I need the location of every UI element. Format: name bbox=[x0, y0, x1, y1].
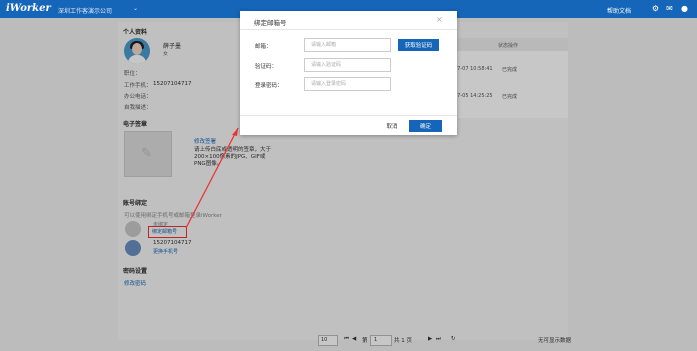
email-input[interactable] bbox=[304, 38, 391, 52]
email-label: 邮箱： bbox=[255, 44, 272, 50]
confirm-button[interactable]: 确定 bbox=[409, 120, 442, 132]
password-label: 登录密码： bbox=[255, 83, 283, 89]
password-input[interactable] bbox=[304, 77, 391, 91]
code-label: 验证码： bbox=[255, 64, 278, 70]
get-code-button[interactable]: 获取验证码 bbox=[398, 39, 439, 51]
cancel-button[interactable]: 取消 bbox=[381, 120, 403, 132]
close-icon[interactable]: × bbox=[436, 15, 443, 24]
bind-email-dialog: 绑定邮箱号 × 邮箱： 获取验证码 验证码： 登录密码： 取消 确定 bbox=[240, 11, 457, 135]
verification-code-input[interactable] bbox=[304, 58, 391, 72]
dialog-title: 绑定邮箱号 bbox=[254, 19, 287, 27]
divider bbox=[240, 29, 457, 30]
divider bbox=[240, 115, 457, 116]
